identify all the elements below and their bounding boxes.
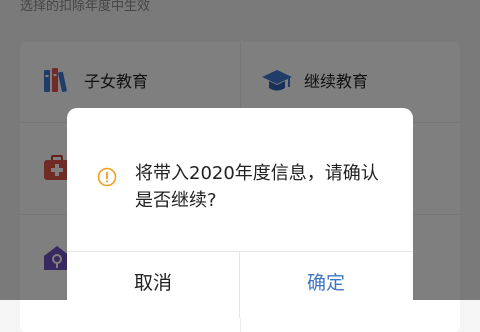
dialog-body: 将带入2020年度信息，请确认是否继续? — [97, 160, 387, 230]
confirm-button[interactable]: 确定 — [240, 252, 412, 318]
confirm-dialog: 将带入2020年度信息，请确认是否继续? 取消 确定 — [67, 108, 413, 318]
warning-info-icon — [97, 167, 117, 187]
cancel-button[interactable]: 取消 — [67, 252, 239, 318]
dialog-message: 将带入2020年度信息，请确认是否继续? — [135, 163, 379, 211]
